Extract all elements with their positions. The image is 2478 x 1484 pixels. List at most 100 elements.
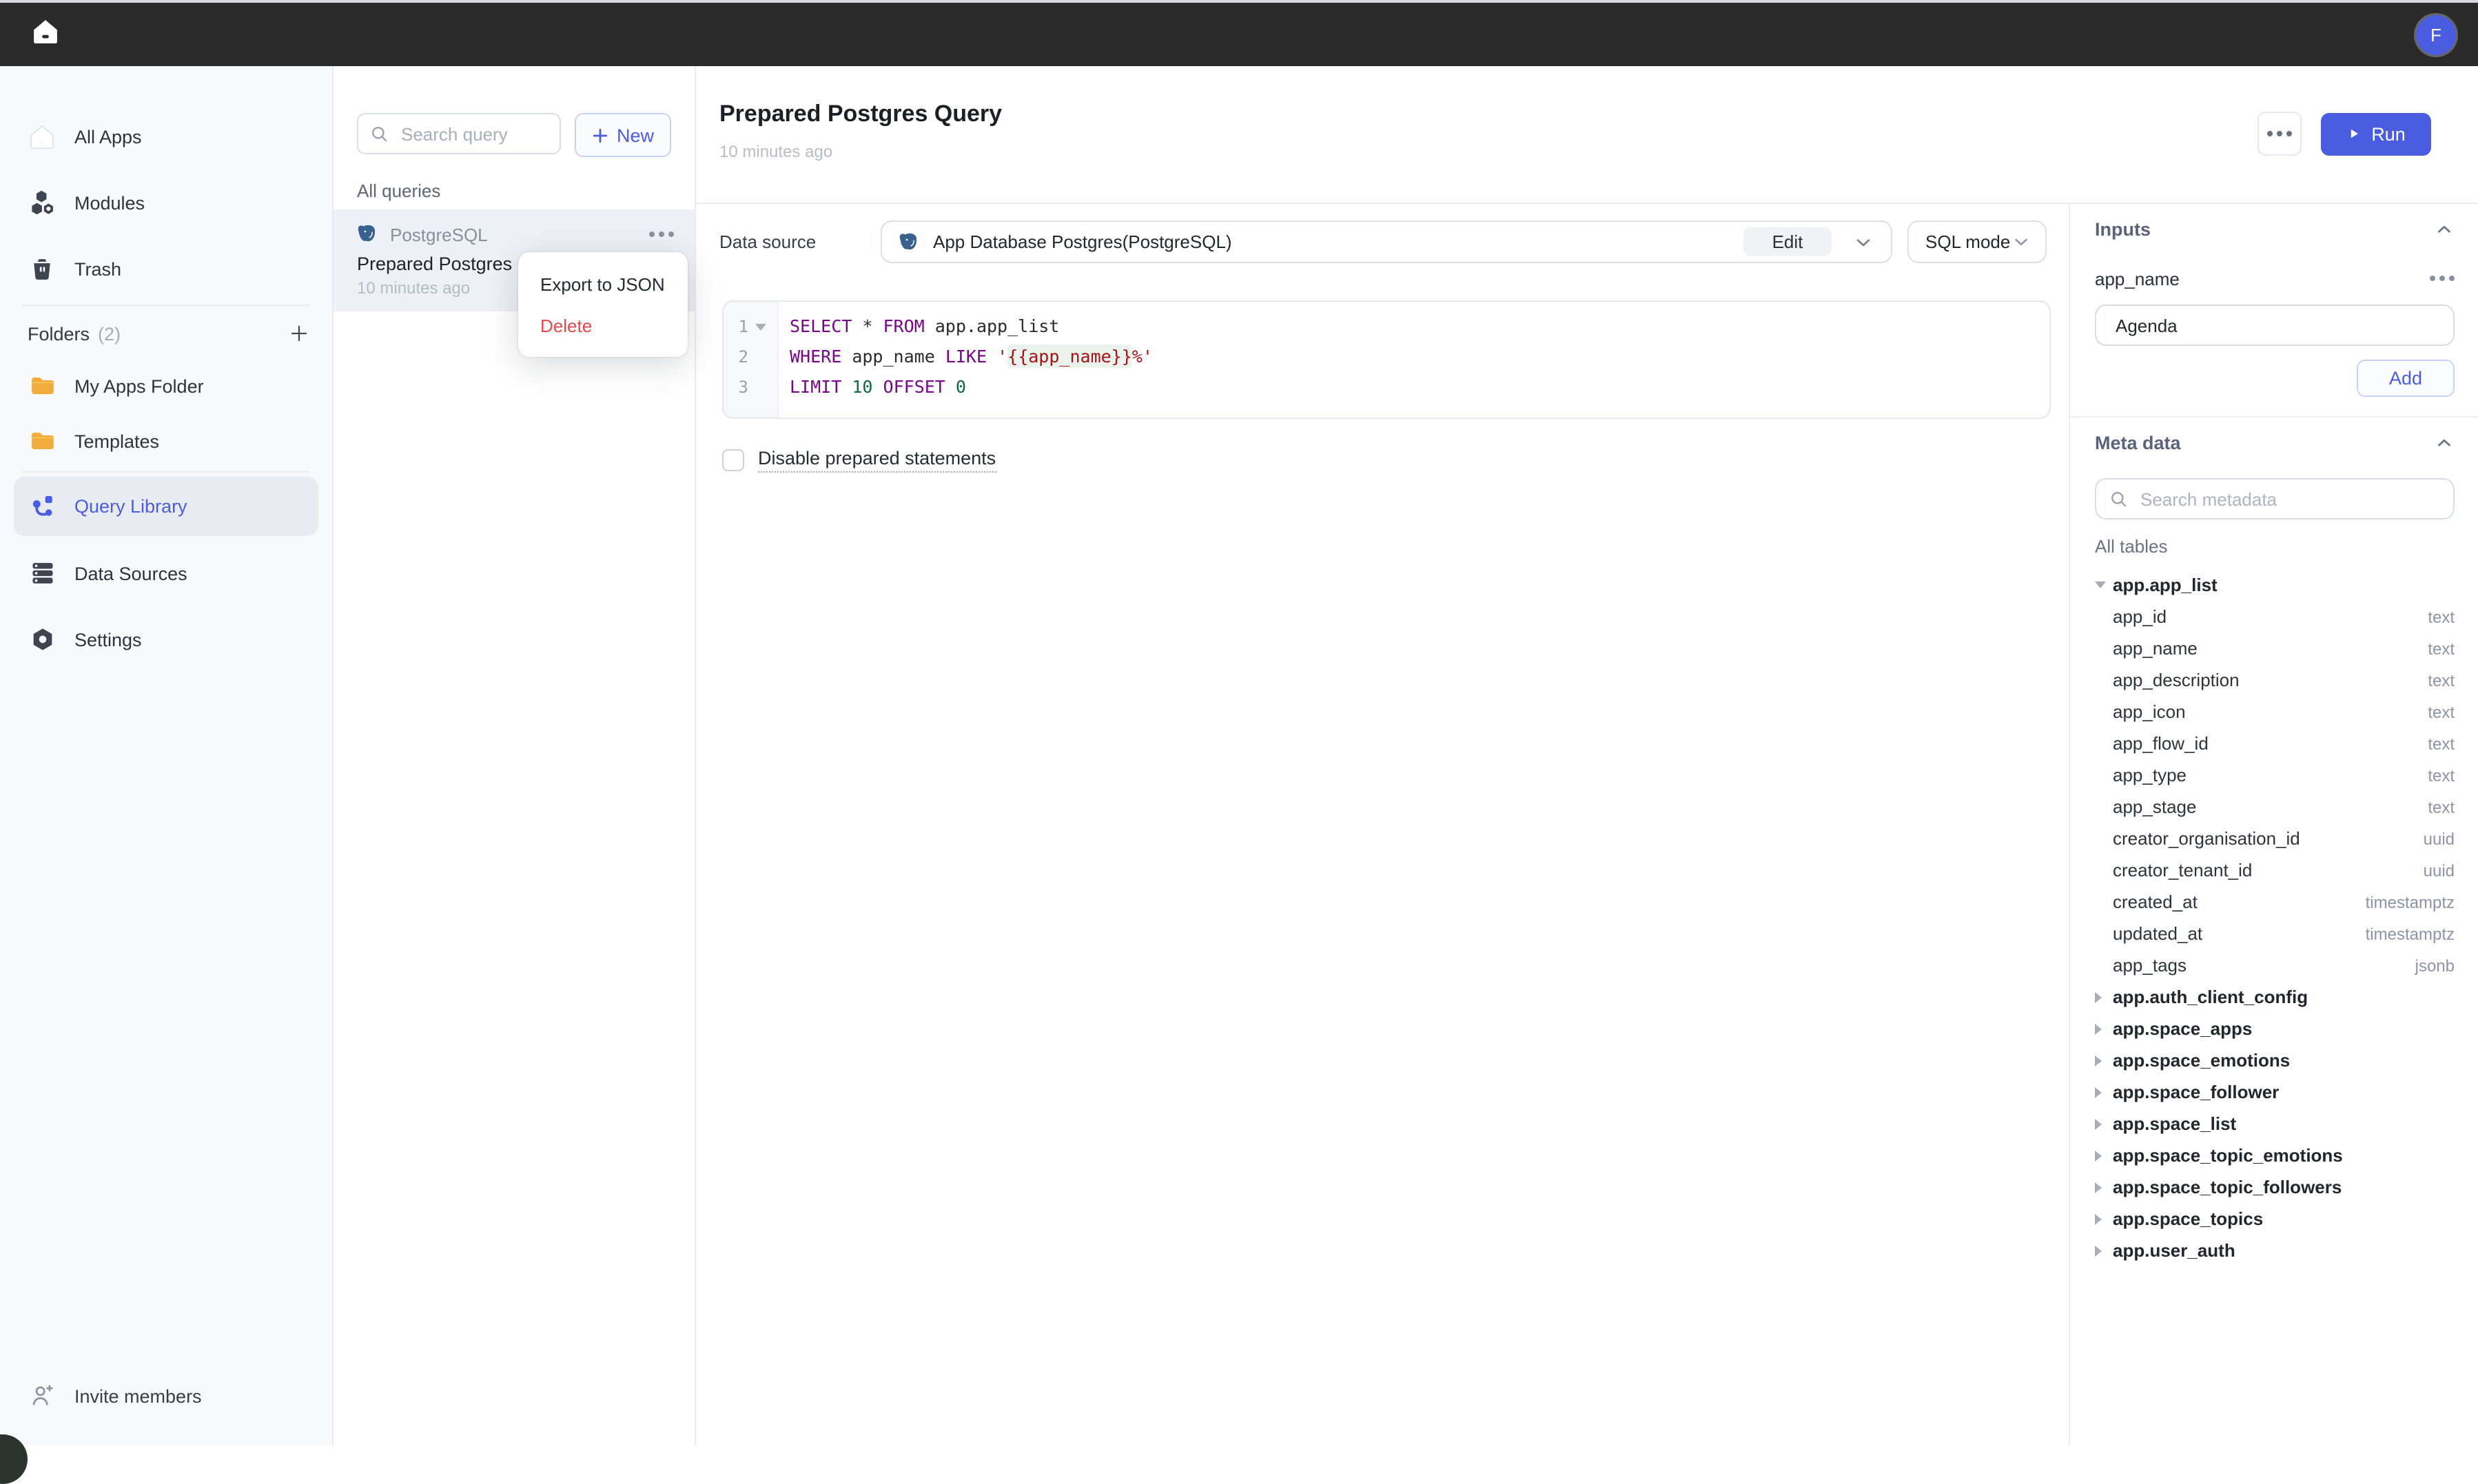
sql-code-editor[interactable]: 1 2 3 SELECT * FROM app.app_list WHERE a… — [722, 300, 2051, 419]
table-node[interactable]: app.space_apps — [2095, 1013, 2455, 1044]
parameter-value-input[interactable] — [2113, 313, 2437, 337]
menu-item-export-to-json[interactable]: Export to JSON — [518, 263, 688, 305]
column-row[interactable]: app_typetext — [2095, 759, 2455, 791]
query-item-menu-button[interactable] — [649, 231, 674, 237]
page-title: Prepared Postgres Query — [719, 101, 1002, 128]
add-parameter-button[interactable]: Add — [2357, 360, 2455, 397]
all-tables-label: All tables — [2095, 536, 2455, 557]
user-avatar[interactable]: F — [2416, 14, 2456, 54]
all-queries-label: All queries — [357, 181, 671, 201]
inputs-section-header: Inputs — [2095, 215, 2455, 243]
invite-members-label: Invite members — [74, 1385, 202, 1406]
query-search-box — [357, 113, 561, 154]
datasource-label: Data source — [719, 231, 881, 252]
folder-item-label: Templates — [74, 431, 159, 451]
code-fold-icon[interactable] — [755, 323, 766, 330]
right-panel: Inputs app_name Add Meta data — [2069, 204, 2478, 1445]
sidebar-item-query-library[interactable]: Query Library — [14, 477, 318, 536]
sidebar-item-label: Query Library — [74, 496, 187, 517]
chevron-down-icon — [2011, 231, 2031, 252]
sql-line-3: LIMIT 10 OFFSET 0 — [790, 372, 1153, 402]
sidebar-item-modules[interactable]: Modules — [0, 169, 332, 236]
column-row[interactable]: updated_attimestamptz — [2095, 918, 2455, 949]
sidebar-divider — [22, 305, 310, 306]
modules-icon — [28, 188, 57, 217]
folder-icon — [28, 371, 57, 400]
line-number: 2 — [724, 347, 748, 367]
table-node[interactable]: app.space_follower — [2095, 1076, 2455, 1108]
sidebar-item-label: Modules — [74, 192, 145, 213]
sidebar-folder-templates[interactable]: Templates — [0, 413, 332, 468]
parameter-value-box — [2095, 305, 2455, 346]
column-row[interactable]: app_nametext — [2095, 632, 2455, 664]
folders-label: Folders — [28, 323, 90, 344]
datasource-edit-button[interactable]: Edit — [1743, 227, 1832, 256]
disable-prepared-statements-checkbox[interactable] — [722, 449, 744, 471]
menu-item-delete[interactable]: Delete — [518, 305, 688, 346]
sidebar-item-trash[interactable]: Trash — [0, 236, 332, 302]
metadata-tree: app.app_list app_idtext app_nametext app… — [2095, 569, 2455, 1266]
line-number: 1 — [724, 317, 748, 336]
table-node-expanded[interactable]: app.app_list — [2095, 569, 2455, 601]
chevron-down-icon — [1852, 231, 1874, 253]
run-label: Run — [2371, 123, 2406, 144]
sidebar-item-label: Trash — [74, 258, 121, 279]
expand-icon — [2095, 1182, 2102, 1193]
query-library-icon — [28, 492, 57, 521]
top-navigation-bar: F — [0, 3, 2478, 66]
sql-mode-select[interactable]: SQL mode — [1907, 220, 2047, 263]
collapse-icon — [2095, 581, 2106, 588]
more-options-button[interactable] — [2257, 112, 2302, 156]
postgresql-icon — [899, 231, 921, 253]
sidebar-divider — [22, 471, 310, 473]
folder-item-label: My Apps Folder — [74, 375, 204, 396]
column-row[interactable]: creator_tenant_iduuid — [2095, 854, 2455, 886]
table-node[interactable]: app.user_auth — [2095, 1235, 2455, 1266]
run-button[interactable]: Run — [2321, 112, 2431, 155]
sidebar-item-settings[interactable]: Settings — [0, 606, 332, 672]
query-search-input[interactable] — [398, 122, 549, 145]
expand-icon — [2095, 1055, 2102, 1066]
sidebar-folder-my-apps[interactable]: My Apps Folder — [0, 358, 332, 413]
table-node[interactable]: app.space_topic_emotions — [2095, 1140, 2455, 1171]
datasource-select[interactable]: App Database Postgres(PostgreSQL) Edit — [881, 220, 1892, 263]
column-row[interactable]: app_icontext — [2095, 696, 2455, 728]
column-row[interactable]: app_stagetext — [2095, 791, 2455, 823]
invite-members-button[interactable]: Invite members — [0, 1363, 334, 1429]
chevron-up-icon[interactable] — [2434, 432, 2455, 453]
table-name: app.app_list — [2113, 575, 2218, 595]
add-folder-button[interactable] — [288, 322, 310, 344]
sql-line-1: SELECT * FROM app.app_list — [790, 311, 1153, 342]
settings-icon — [28, 625, 57, 654]
column-row[interactable]: app_flow_idtext — [2095, 728, 2455, 759]
expand-icon — [2095, 1213, 2102, 1224]
table-node[interactable]: app.space_emotions — [2095, 1044, 2455, 1076]
invite-user-icon — [28, 1381, 57, 1410]
table-node[interactable]: app.space_topic_followers — [2095, 1171, 2455, 1203]
chevron-up-icon[interactable] — [2434, 218, 2455, 239]
home-icon — [28, 122, 57, 151]
new-query-button[interactable]: New — [575, 113, 671, 157]
app-window: F All Apps Modules Trash Folders (2) — [0, 0, 2478, 1445]
metadata-search-input[interactable] — [2138, 487, 2441, 511]
metadata-title: Meta data — [2095, 432, 2181, 453]
main-header: Prepared Postgres Query 10 minutes ago R… — [696, 66, 2478, 204]
panel-divider — [2070, 416, 2478, 418]
expand-icon — [2095, 1150, 2102, 1161]
sidebar-item-label: Data Sources — [74, 563, 187, 584]
home-button[interactable] — [25, 14, 66, 55]
parameter-menu-button[interactable] — [2430, 276, 2455, 281]
column-row[interactable]: created_attimestamptz — [2095, 886, 2455, 918]
column-row[interactable]: app_idtext — [2095, 601, 2455, 632]
expand-icon — [2095, 1118, 2102, 1129]
search-icon — [2109, 489, 2128, 508]
sidebar-item-data-sources[interactable]: Data Sources — [0, 540, 332, 606]
home-icon — [30, 16, 61, 53]
column-row[interactable]: app_descriptiontext — [2095, 664, 2455, 696]
column-row[interactable]: app_tagsjsonb — [2095, 949, 2455, 981]
table-node[interactable]: app.space_list — [2095, 1108, 2455, 1140]
table-node[interactable]: app.auth_client_config — [2095, 981, 2455, 1013]
column-row[interactable]: creator_organisation_iduuid — [2095, 823, 2455, 854]
table-node[interactable]: app.space_topics — [2095, 1203, 2455, 1235]
sidebar-item-all-apps[interactable]: All Apps — [0, 103, 332, 169]
